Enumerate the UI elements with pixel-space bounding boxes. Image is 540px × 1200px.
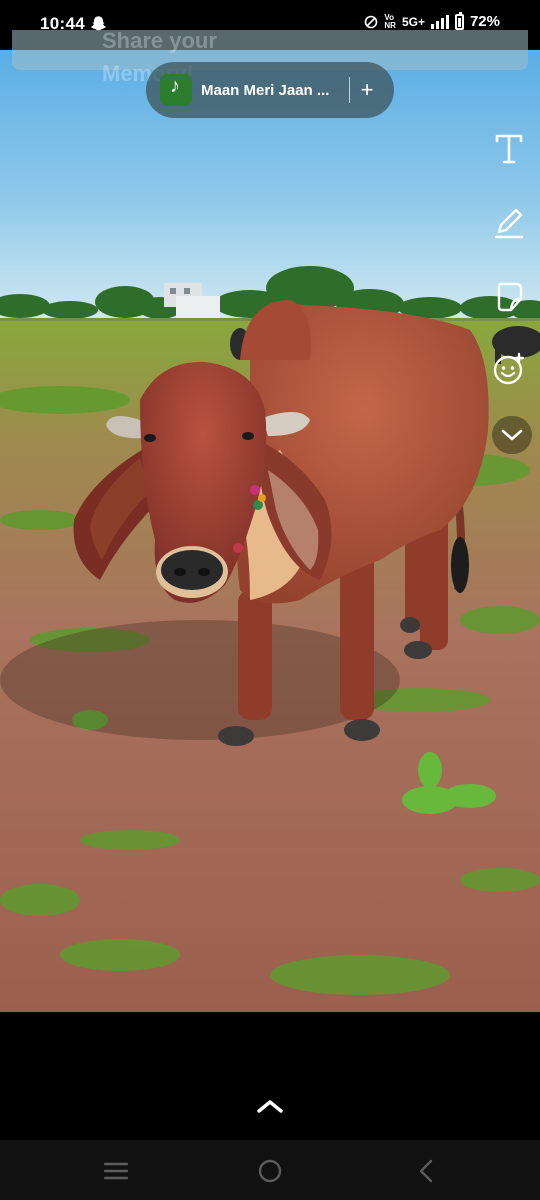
- sticker-icon: [497, 282, 523, 312]
- sticker-button[interactable]: [492, 280, 526, 314]
- add-music-button[interactable]: +: [350, 78, 384, 102]
- emoji-sticker-button[interactable]: [492, 352, 526, 386]
- recents-icon: [103, 1162, 129, 1180]
- bottom-panel: [0, 1012, 540, 1140]
- home-button[interactable]: [256, 1158, 284, 1184]
- battery-percent: 72%: [469, 13, 500, 30]
- back-button[interactable]: [412, 1158, 440, 1184]
- story-photo: [0, 0, 540, 1012]
- chevron-up-icon[interactable]: [255, 1098, 285, 1114]
- battery-icon: [454, 11, 464, 30]
- signal-icon: [430, 14, 449, 29]
- music-chip[interactable]: ♪ Maan Meri Jaan ... +: [146, 62, 394, 118]
- system-nav-bar: [0, 1140, 540, 1200]
- nfc-icon: [365, 15, 378, 28]
- home-icon: [258, 1159, 282, 1183]
- chevron-down-icon: [501, 429, 523, 441]
- back-icon: [419, 1159, 433, 1183]
- music-title: Maan Meri Jaan ...: [201, 81, 330, 99]
- cow-in-field-image: [0, 0, 540, 1012]
- status-indicators: Vo NR 5G+ 72%: [364, 11, 500, 30]
- collapse-toolbar-button[interactable]: [492, 416, 532, 454]
- text-tool-icon: [495, 134, 523, 164]
- network-type: 5G+: [401, 14, 425, 29]
- volte-indicator: Vo NR: [384, 12, 396, 30]
- emoji-sticker-icon: [493, 352, 525, 385]
- music-note-icon: ♪: [170, 75, 180, 97]
- music-artwork: ♪: [160, 74, 192, 106]
- recents-button[interactable]: [102, 1158, 130, 1184]
- pen-tool-icon: [494, 208, 524, 239]
- pen-tool-button[interactable]: [492, 206, 526, 240]
- text-tool-button[interactable]: [492, 132, 526, 166]
